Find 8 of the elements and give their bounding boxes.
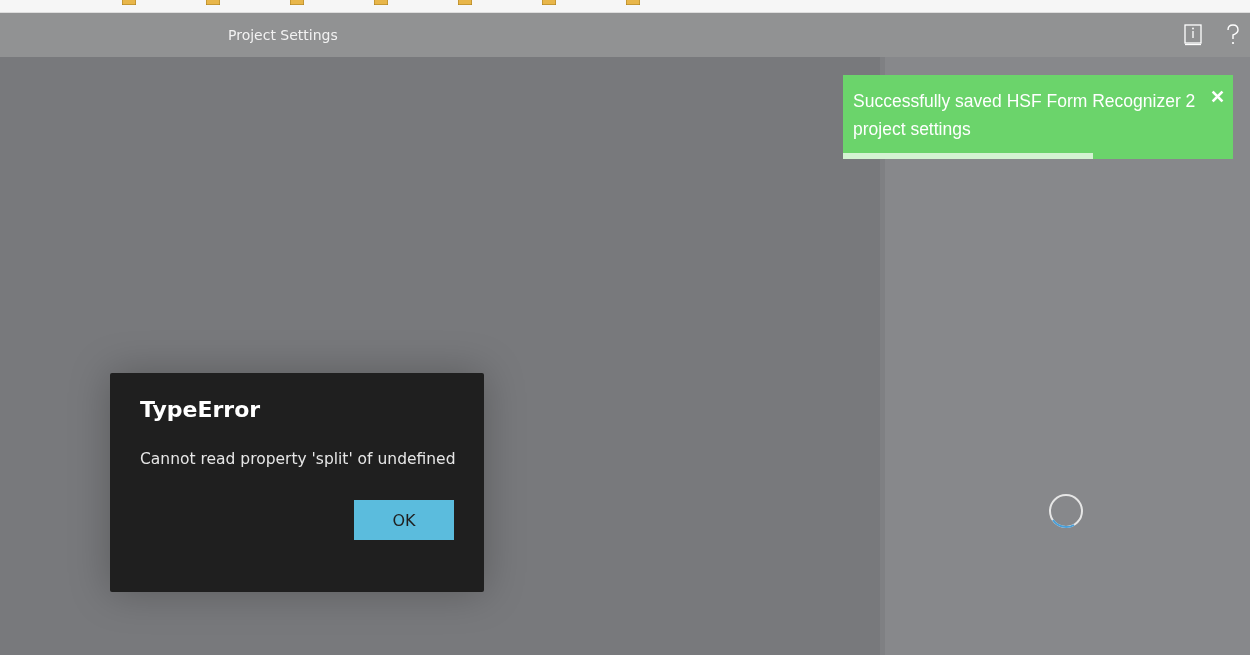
dialog-message: Cannot read property 'split' of undefined bbox=[140, 450, 454, 468]
toast-message: Successfully saved HSF Form Recognizer 2 project settings bbox=[853, 90, 1197, 141]
dialog-title: TypeError bbox=[140, 397, 262, 422]
loading-spinner-icon bbox=[1048, 493, 1084, 529]
book-icon[interactable] bbox=[1184, 24, 1202, 46]
help-icon[interactable] bbox=[1226, 24, 1240, 46]
window-title: Project Settings bbox=[228, 27, 338, 43]
ok-button[interactable]: OK bbox=[354, 500, 454, 540]
